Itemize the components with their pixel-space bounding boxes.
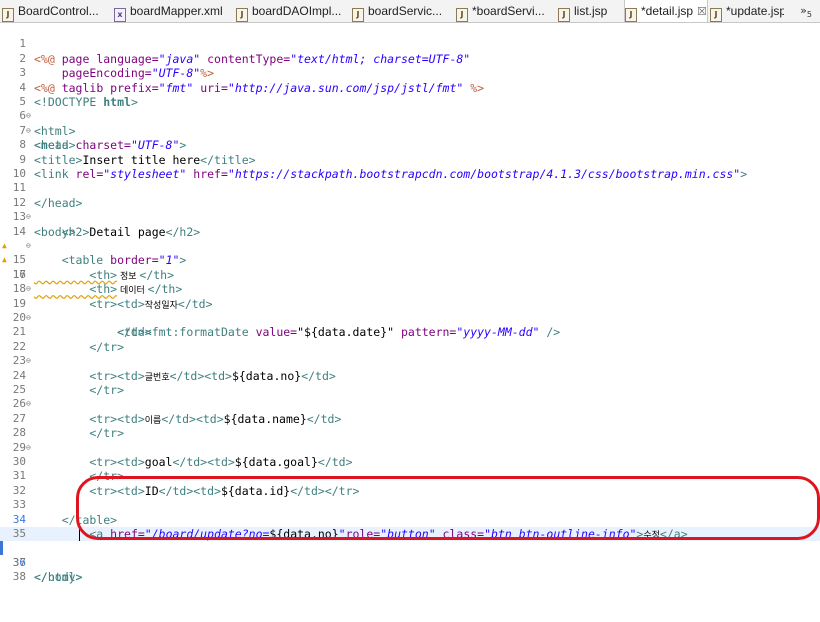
tab-label: boardDAOImpl... [252,4,342,18]
code-text: <title>Insert title here</title> [34,152,256,167]
code-text: <h2>Detail page</h2> [34,224,201,239]
code-line: 23 <td>글번호</td><td>${data.no}</td> [0,340,336,382]
code-line: 24 </tr> [0,354,124,397]
code-text: <meta charset="UTF-8"> [34,138,187,153]
code-line: 12 ⊖ <body> [0,181,76,239]
code-line: ▲ 15 <th> 정보 </th> [0,225,174,282]
code-line: 11 </head> [0,167,83,209]
code-line: 37 </html> [0,541,83,584]
code-line: 8 <title>Insert title here</title> [0,124,255,166]
code-line: 32 [0,469,28,497]
code-editor[interactable]: 1 <%@ page language="java" contentType="… [0,23,820,622]
code-text: </table> [34,512,118,527]
code-line: 18 <td>작성일자</td> [0,268,213,310]
code-line: 29 <td>goal</td><td>${data.goal}</td> [0,426,353,469]
code-text: <tr><td>ID</td><td>${data.id}</td></tr> [34,483,360,498]
java-file-icon: J [456,8,468,22]
code-line: 34 <a href="/board/update?no=${data.no}"… [0,498,688,541]
code-line: 28 ⊖ <tr> [0,412,117,469]
tab-board-service[interactable]: JboardServic... [352,0,454,22]
tab-board-mapper[interactable]: x boardMapper.xml [114,0,234,22]
text-caret [79,528,80,541]
code-line: 3 <%@ taglib prefix="fmt" uri="http://ja… [0,52,484,94]
code-line: 19 ⊖ <td><fmt:formatDate value="${data.d… [0,282,560,340]
code-line: 31 <tr><td>ID</td><td>${data.id}</td></t… [0,455,360,497]
code-line: 1 <%@ page language="java" contentType="… [0,23,470,65]
tab-detail-jsp[interactable]: J *detail.jsp ☒ [624,0,708,22]
tab-update-jsp[interactable]: J *update.jsp [710,0,784,22]
code-text: <table border="1"> [34,253,187,268]
java-file-icon: J [2,8,14,22]
code-line: 38 [0,556,28,583]
jsp-file-icon: J [625,8,637,22]
code-text: </tr> [34,339,125,354]
code-text: <td>goal</td><td>${data.goal}</td> [34,455,353,469]
jsp-file-icon: J [558,8,570,22]
tab-label: *update.jsp [726,4,784,18]
code-line: 30 </tr> [0,441,124,483]
code-line: 35 [0,513,28,540]
code-line: 27 </tr> [0,397,124,440]
code-text: <html> [34,123,76,138]
tab-label: list.jsp [574,4,608,18]
code-text: pageEncoding="UTF-8"%> [34,66,215,81]
code-line: 26 <td>이름</td><td>${data.name}</td> [0,383,342,425]
tab-label: boardServic... [368,4,443,18]
code-line: ▲ 16 <th> 데이터 </th> [0,239,182,296]
overflow-count: 5 [806,10,812,20]
code-line: 6 ⊖ <head> [0,95,75,152]
code-line: 33 </table> [0,484,117,526]
tab-board-controller[interactable]: J BoardControl... [2,0,112,22]
editor-tab-bar: J BoardControl... x boardMapper.xml Jboard… [0,0,820,23]
tab-label: BoardControl... [18,4,99,18]
code-line: 4 <!DOCTYPE html> [0,66,138,109]
line-number: 38 [12,570,26,584]
code-line: 13 <h2>Detail page</h2> [0,196,200,238]
code-line: 7 <meta charset="UTF-8"> [0,109,186,152]
code-text: <a href="/board/update?no=${data.no}"rol… [34,527,688,541]
code-text: <link rel="stylesheet" href="https://sta… [34,167,748,181]
close-icon[interactable]: ☒ [697,6,707,18]
code-line: 2 pageEncoding="UTF-8"%> [0,37,214,80]
java-file-icon: J [352,8,364,22]
code-line: 20 </td> [0,297,152,339]
code-line: 36 </body> [0,527,82,584]
code-text: </tr> [34,469,125,484]
code-line: 21 </tr> [0,311,124,353]
code-text: <td>작성일자</td> [34,296,213,311]
code-line: 9 <link rel="stylesheet" href="https://s… [0,138,747,181]
code-text: <%@ taglib prefix="fmt" uri="http://java… [34,80,485,95]
tab-label: *boardServi... [472,4,545,18]
code-line: 25 ⊖ <tr> [0,369,117,426]
code-text: </tr> [34,426,125,441]
tab-overflow-button[interactable]: »5 [800,0,812,22]
jsp-file-icon: J [710,8,722,22]
code-line: 10 [0,153,28,180]
code-line: 14 ⊖ <table border="1"> [0,210,187,268]
code-line: 17 ⊖ <tr> [0,253,117,311]
code-line: 22 ⊖ <tr> [0,325,117,383]
tab-board-service-impl[interactable]: J *boardServi... [456,0,556,22]
tab-label: boardMapper.xml [130,4,223,18]
code-line: 5 ⊖ <html> [0,81,75,138]
java-file-icon: J [236,8,248,22]
code-text: </td> [34,325,152,340]
tab-list-jsp[interactable]: Jlist.jsp [558,0,622,22]
code-text: <%@ page language="java" contentType="te… [34,51,471,66]
code-text: </tr> [34,383,125,397]
code-text: </head> [34,195,83,210]
code-text: <!DOCTYPE html> [34,95,138,109]
tab-board-dao-impl[interactable]: JboardDAOImpl... [236,0,350,22]
xml-file-icon: x [114,8,126,22]
tab-label: *detail.jsp [641,4,694,18]
code-text: </html> [34,570,83,585]
chevron-right-icon: » [800,4,807,17]
